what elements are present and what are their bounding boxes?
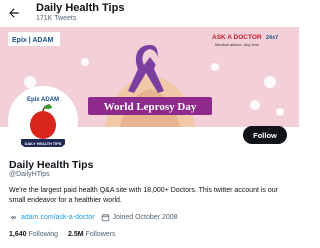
banner-caption: World Leprosy Day: [104, 101, 197, 113]
following-link[interactable]: 1,640 Following: [9, 231, 58, 238]
followers-link[interactable]: 2.5M Followers: [68, 231, 115, 238]
banner-left-logo: Epix | ADAM: [12, 37, 54, 44]
top-bar: Daily Health Tips 171K Tweets: [0, 0, 299, 27]
calendar-icon: [101, 214, 109, 222]
follow-counts: 1,640 Following 2.5M Followers: [9, 231, 115, 238]
following-label: Following: [28, 231, 59, 238]
arrow-left-icon[interactable]: [7, 6, 21, 20]
profile-meta: adam.com/ask-a-doctor Joined October 200…: [9, 213, 178, 222]
avatar-logo-text: Epix ADAM: [27, 97, 59, 103]
avatar-image: Epix ADAM DAILY HEALTH TIPS: [11, 89, 75, 153]
profile-handle: @DailyHTips: [9, 171, 50, 178]
link-icon: [11, 215, 16, 220]
profile-bio: We're the largest paid health Q&A site w…: [9, 187, 278, 204]
banner-right-tagline: Medical advice, Any time: [215, 42, 260, 47]
tweet-count: 171K Tweets: [36, 15, 77, 22]
apple-icon: [30, 111, 56, 139]
avatar-banner-text: DAILY HEALTH TIPS: [25, 142, 62, 146]
website-link[interactable]: adam.com/ask-a-doctor: [21, 214, 95, 221]
joined-date: Joined October 2008: [112, 214, 178, 221]
followers-label: Followers: [85, 231, 116, 238]
banner-right-logo-suffix: 24x7: [266, 35, 278, 41]
followers-count: 2.5M: [68, 231, 84, 238]
avatar[interactable]: Epix ADAM DAILY HEALTH TIPS: [8, 86, 78, 156]
profile-name: Daily Health Tips: [9, 159, 94, 171]
follow-button[interactable]: Follow: [243, 126, 287, 144]
page-title: Daily Health Tips: [36, 2, 125, 14]
banner-right-logo: ASK A DOCTOR: [212, 34, 262, 41]
following-count: 1,640: [9, 231, 27, 238]
